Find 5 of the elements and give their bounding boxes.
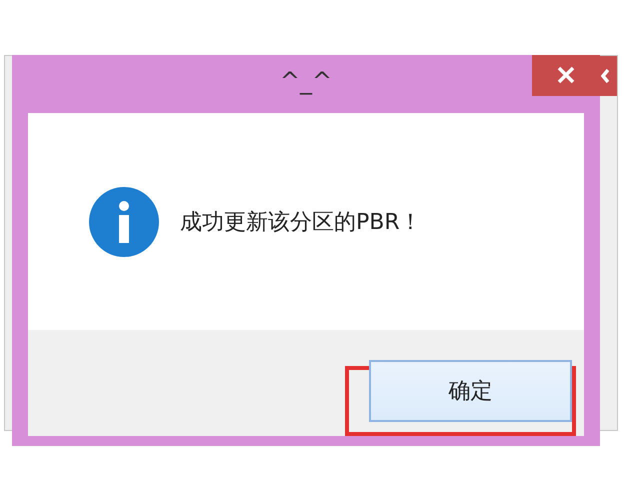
ok-button[interactable]: 确定 [369,360,572,422]
info-icon [88,186,160,258]
message-text: 成功更新该分区的PBR！ [180,208,422,236]
close-button[interactable] [532,55,600,96]
window-title: ^_^ [280,67,332,95]
